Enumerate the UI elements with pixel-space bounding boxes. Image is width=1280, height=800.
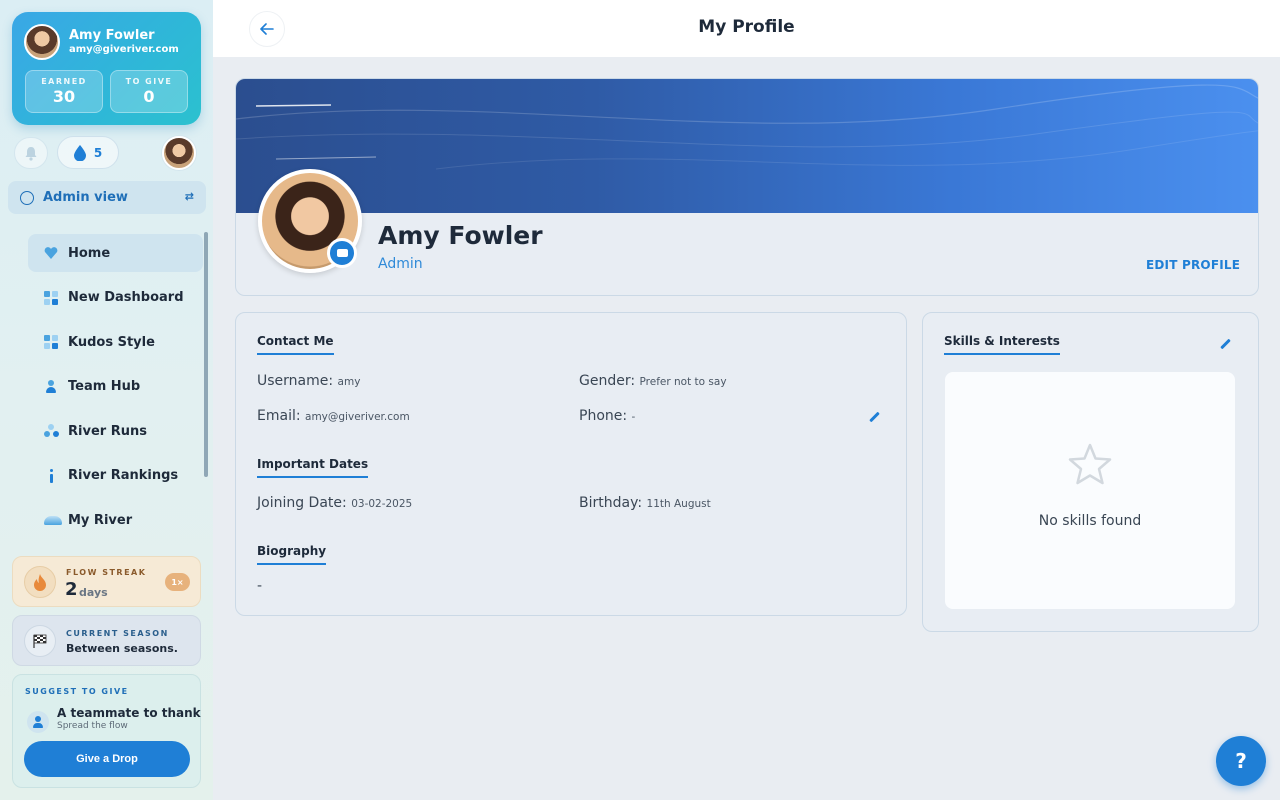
grid-icon bbox=[44, 290, 58, 305]
important-dates-heading: Important Dates bbox=[257, 457, 369, 478]
arrow-left-icon bbox=[260, 23, 274, 35]
suggest-title: A teammate to thank bbox=[57, 706, 201, 720]
page-header: My Profile bbox=[213, 0, 1280, 57]
sidebar-item-new-dashboard[interactable]: New Dashboard bbox=[28, 279, 203, 317]
email-field: Email: amy@giveriver.com bbox=[257, 408, 410, 424]
username-value: amy bbox=[337, 376, 361, 388]
username-field: Username: amy bbox=[257, 373, 360, 389]
phone-field: Phone: - bbox=[579, 408, 635, 424]
sidebar-item-label: Team Hub bbox=[68, 379, 141, 394]
streak-multiplier-badge: 1× bbox=[165, 573, 190, 591]
flow-streak-unit: days bbox=[79, 586, 108, 599]
notifications-button[interactable] bbox=[14, 137, 48, 169]
earned-label: EARNED bbox=[41, 77, 87, 86]
current-season-value: Between seasons. bbox=[66, 642, 178, 655]
flow-streak-card: FLOW STREAK 2 days 1× bbox=[12, 556, 201, 607]
bell-icon bbox=[25, 146, 37, 161]
sidebar-item-team-hub[interactable]: Team Hub bbox=[28, 368, 203, 406]
sidebar-nav: Home New Dashboard Kudos Style Team Hub … bbox=[28, 234, 203, 546]
camera-icon[interactable] bbox=[327, 238, 357, 268]
sidebar-item-kudos-style[interactable]: Kudos Style bbox=[28, 323, 203, 361]
joining-date-value: 03-02-2025 bbox=[351, 498, 413, 510]
page-title: My Profile bbox=[698, 17, 795, 37]
user-avatar bbox=[24, 24, 60, 60]
drop-icon bbox=[73, 144, 86, 161]
to-give-stat: TO GIVE 0 bbox=[110, 70, 188, 113]
username-label: Username: bbox=[257, 373, 334, 389]
suggest-subtitle: Spread the flow bbox=[57, 721, 128, 731]
sidebar-item-label: Home bbox=[68, 245, 111, 261]
biography-value: - bbox=[257, 578, 263, 594]
sidebar-item-label: Kudos Style bbox=[68, 334, 155, 350]
email-value: amy@giveriver.com bbox=[305, 411, 410, 423]
flow-streak-value: 2 bbox=[65, 579, 78, 600]
user-email: amy@giveriver.com bbox=[69, 44, 179, 55]
drops-balance-button[interactable]: 5 bbox=[57, 136, 119, 169]
quick-actions-row: 5 bbox=[12, 135, 201, 171]
admin-icon bbox=[20, 190, 34, 205]
gender-field: Gender: Prefer not to say bbox=[579, 373, 727, 389]
edit-skills-pencil-icon[interactable] bbox=[1219, 338, 1231, 350]
sidebar-scrollbar[interactable] bbox=[204, 232, 208, 477]
help-button[interactable]: ? bbox=[1216, 736, 1266, 786]
sidebar-item-label: My River bbox=[68, 512, 133, 528]
earned-stat: EARNED 30 bbox=[25, 70, 103, 113]
sidebar: Amy Fowler amy@giveriver.com EARNED 30 T… bbox=[0, 0, 213, 800]
profile-name: Amy Fowler bbox=[378, 221, 543, 250]
user-name: Amy Fowler bbox=[69, 28, 155, 43]
person-icon bbox=[44, 379, 58, 394]
biography-heading: Biography bbox=[257, 544, 327, 565]
user-card[interactable]: Amy Fowler amy@giveriver.com EARNED 30 T… bbox=[12, 12, 201, 125]
skills-empty-panel bbox=[945, 372, 1235, 609]
admin-view-toggle[interactable]: Admin view ⇄ bbox=[8, 181, 206, 214]
sidebar-item-label: River Rankings bbox=[68, 468, 179, 483]
sidebar-item-label: River Runs bbox=[68, 423, 147, 439]
birthday-label: Birthday: bbox=[579, 495, 643, 511]
earned-value: 30 bbox=[52, 87, 76, 106]
back-button[interactable] bbox=[249, 11, 285, 47]
edit-profile-button[interactable]: EDIT PROFILE bbox=[1146, 258, 1240, 272]
swap-icon: ⇄ bbox=[184, 190, 194, 203]
gender-value: Prefer not to say bbox=[639, 376, 727, 388]
sidebar-item-river-rankings[interactable]: River Rankings bbox=[28, 457, 203, 495]
drops-count: 5 bbox=[93, 145, 103, 160]
checkered-flag-icon bbox=[24, 625, 56, 657]
birthday-field: Birthday: 11th August bbox=[579, 495, 711, 511]
suggest-to-give-card: SUGGEST TO GIVE A teammate to thank Spre… bbox=[12, 674, 201, 788]
profile-role: Admin bbox=[378, 256, 423, 272]
admin-view-label: Admin view bbox=[43, 190, 128, 205]
profile-banner bbox=[236, 79, 1258, 213]
skills-heading: Skills & Interests bbox=[944, 334, 1060, 355]
river-icon bbox=[44, 513, 62, 527]
joining-date-field: Joining Date: 03-02-2025 bbox=[257, 495, 412, 511]
sidebar-item-home[interactable]: Home bbox=[28, 234, 203, 272]
phone-value: - bbox=[631, 411, 636, 423]
profile-avatar-button[interactable] bbox=[162, 136, 196, 170]
joining-date-label: Joining Date: bbox=[257, 495, 347, 511]
to-give-label: TO GIVE bbox=[125, 77, 173, 86]
no-skills-text: No skills found bbox=[1038, 513, 1142, 529]
current-season-label: CURRENT SEASON bbox=[66, 629, 169, 638]
suggest-label: SUGGEST TO GIVE bbox=[25, 687, 129, 696]
fire-icon bbox=[24, 566, 56, 598]
drops-icon bbox=[44, 424, 58, 438]
to-give-value: 0 bbox=[143, 87, 155, 106]
birthday-value: 11th August bbox=[646, 498, 711, 510]
info-icon bbox=[44, 468, 58, 483]
contact-me-heading: Contact Me bbox=[257, 334, 334, 355]
current-season-card: CURRENT SEASON Between seasons. bbox=[12, 615, 201, 666]
grid-icon bbox=[44, 335, 58, 349]
teammate-icon bbox=[27, 711, 49, 733]
sidebar-item-river-runs[interactable]: River Runs bbox=[28, 412, 203, 450]
give-a-drop-button[interactable]: Give a Drop bbox=[24, 741, 190, 777]
edit-contact-pencil-icon[interactable] bbox=[868, 411, 880, 423]
flow-streak-label: FLOW STREAK bbox=[66, 568, 147, 577]
star-icon bbox=[1068, 443, 1112, 485]
email-label: Email: bbox=[257, 408, 301, 424]
heart-icon bbox=[44, 246, 58, 260]
gender-label: Gender: bbox=[579, 373, 636, 389]
sidebar-item-label: New Dashboard bbox=[68, 290, 184, 305]
phone-label: Phone: bbox=[579, 408, 628, 424]
sidebar-item-my-river[interactable]: My River bbox=[28, 501, 203, 539]
